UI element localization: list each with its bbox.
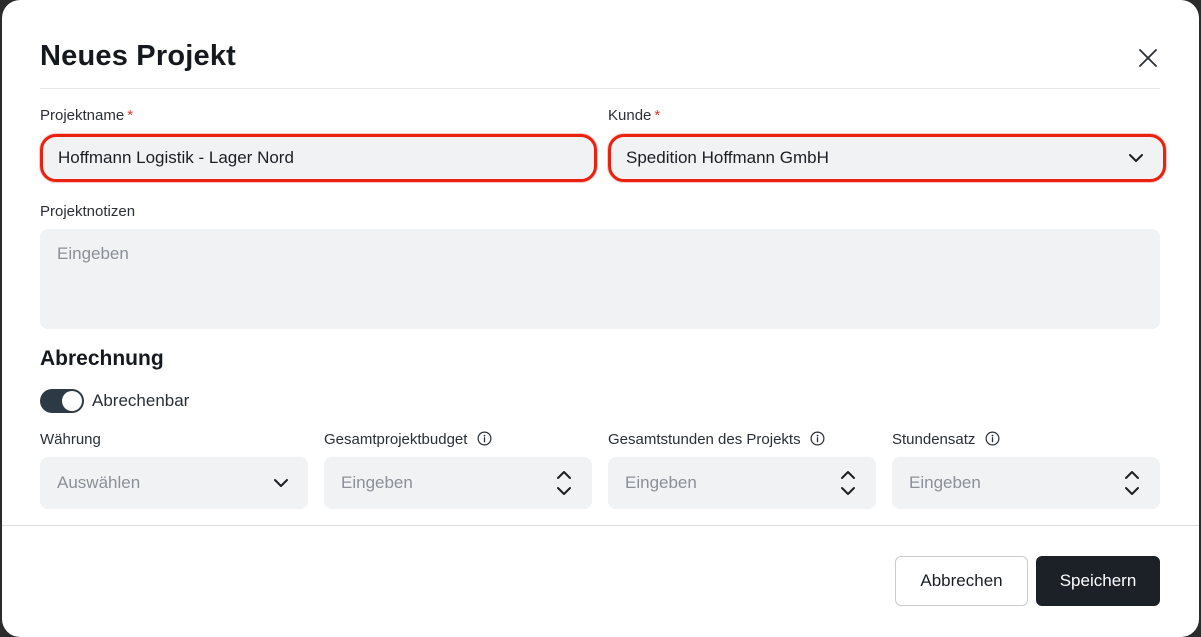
customer-select[interactable]: Spedition Hoffmann GmbH [608, 134, 1166, 182]
currency-select[interactable]: Auswählen [40, 457, 308, 509]
project-name-label: Projektname * [40, 107, 134, 124]
close-icon [1139, 49, 1157, 67]
stepper-icon[interactable] [840, 470, 856, 496]
cancel-button[interactable]: Abbrechen [895, 556, 1028, 606]
toggle-knob [62, 391, 82, 411]
info-icon[interactable] [810, 431, 825, 446]
info-icon[interactable] [477, 431, 492, 446]
close-button[interactable] [1136, 46, 1160, 70]
rate-input[interactable]: Eingeben [892, 457, 1160, 509]
info-icon[interactable] [985, 431, 1000, 446]
rate-placeholder: Eingeben [909, 473, 981, 492]
budget-input[interactable]: Eingeben [324, 457, 592, 509]
dialog-title: Neues Projekt [40, 40, 237, 72]
billing-section-title: Abrechnung [40, 347, 164, 370]
notes-placeholder: Eingeben [57, 244, 129, 263]
stepper-icon[interactable] [556, 470, 572, 496]
customer-label: Kunde * [608, 107, 661, 124]
budget-placeholder: Eingeben [341, 473, 413, 492]
header-divider [40, 88, 1160, 89]
rate-label: Stundensatz [892, 431, 1000, 448]
new-project-dialog: Neues Projekt Projektname * Hoffmann Logi… [2, 0, 1199, 637]
currency-placeholder: Auswählen [57, 473, 141, 492]
hours-placeholder: Eingeben [625, 473, 697, 492]
billable-toggle-label: Abrechenbar [92, 391, 190, 410]
save-button[interactable]: Speichern [1036, 556, 1160, 606]
billable-toggle[interactable] [40, 389, 84, 413]
project-name-value: Hoffmann Logistik - Lager Nord [58, 148, 294, 167]
customer-value: Spedition Hoffmann GmbH [626, 148, 829, 167]
notes-label: Projektnotizen [40, 203, 136, 220]
currency-label: Währung [40, 431, 101, 448]
footer-divider [2, 525, 1199, 526]
hours-label: Gesamtstunden des Projekts [608, 431, 825, 448]
budget-label: Gesamtprojektbudget [324, 431, 492, 448]
project-name-input[interactable]: Hoffmann Logistik - Lager Nord [40, 134, 597, 182]
chevron-down-icon [1129, 154, 1143, 162]
notes-textarea[interactable]: Eingeben [40, 229, 1160, 329]
hours-input[interactable]: Eingeben [608, 457, 876, 509]
chevron-down-icon [274, 479, 288, 487]
stepper-icon[interactable] [1124, 470, 1140, 496]
